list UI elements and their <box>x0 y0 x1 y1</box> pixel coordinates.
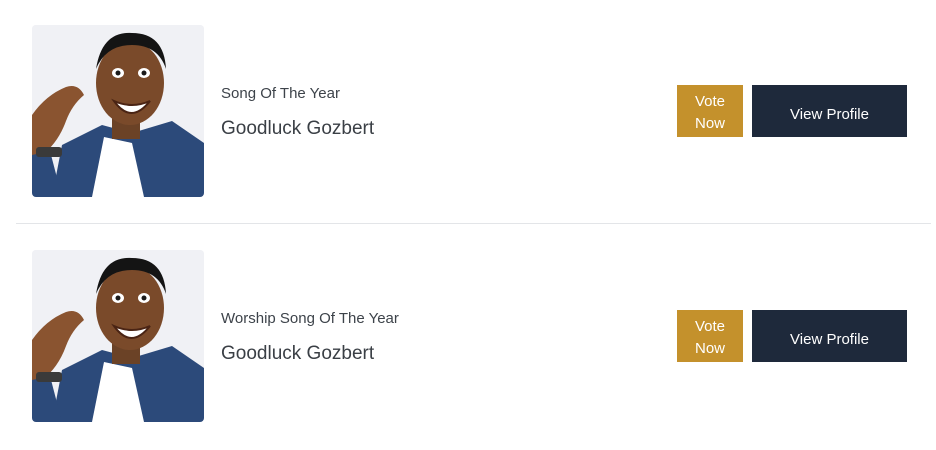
nominee-name: Goodluck Gozbert <box>221 118 375 139</box>
vote-now-button[interactable]: Vote Now <box>677 85 743 137</box>
vote-label-line2: Now <box>694 340 725 357</box>
award-category: Song Of The Year <box>221 85 340 102</box>
divider <box>16 223 931 224</box>
nominee-name: Goodluck Gozbert <box>221 343 375 364</box>
vote-label-line1: Vote <box>694 318 726 335</box>
nominee-photo <box>32 25 204 197</box>
nominee-list: Song Of The Year Goodluck Gozbert Vote N… <box>0 0 936 450</box>
award-category: Worship Song Of The Year <box>221 310 399 327</box>
view-profile-button[interactable]: View Profile <box>752 310 907 362</box>
vote-label-line2: Now <box>694 115 725 132</box>
view-profile-button[interactable]: View Profile <box>752 85 907 137</box>
vote-now-button[interactable]: Vote Now <box>677 310 743 362</box>
nominee-card: Song Of The Year Goodluck Gozbert Vote N… <box>0 25 936 197</box>
nominee-card: Worship Song Of The Year Goodluck Gozber… <box>0 250 936 422</box>
nominee-photo <box>32 250 204 422</box>
vote-label-line1: Vote <box>694 93 726 110</box>
